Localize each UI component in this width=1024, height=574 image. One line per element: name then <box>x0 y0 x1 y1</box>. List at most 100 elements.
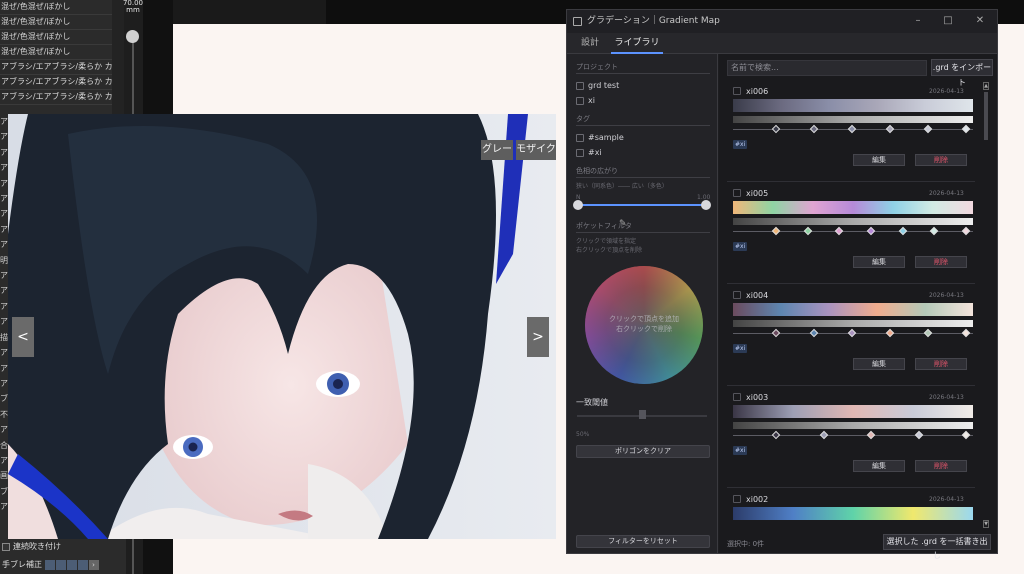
gray-button[interactable]: グレー <box>481 140 513 160</box>
window-titlebar[interactable]: グラデーション｜Gradient Map – □ ✕ <box>567 10 997 33</box>
tag-item[interactable]: #sample <box>576 133 624 143</box>
gradient-stop-marker[interactable] <box>923 124 933 134</box>
tab-library[interactable]: ライブラリ <box>611 33 663 54</box>
brush-item[interactable]: アブラシ/エアブラシ/柔らか カスタム <box>0 90 112 105</box>
gradient-stop-marker[interactable] <box>930 226 939 236</box>
card-checkbox[interactable] <box>733 87 741 95</box>
gradient-stop-marker[interactable] <box>885 124 895 134</box>
brush-size-slider-knob[interactable] <box>126 30 139 43</box>
card-checkbox[interactable] <box>733 393 741 401</box>
hue-range-track[interactable] <box>579 204 705 206</box>
delete-button[interactable]: 削除 <box>915 358 967 370</box>
project-checkbox[interactable] <box>576 96 584 105</box>
gradient-stop-marker[interactable] <box>819 430 828 440</box>
card-name[interactable]: xi002 <box>746 495 768 504</box>
gradient-stop-marker[interactable] <box>771 226 781 236</box>
tab-design[interactable]: 設計 <box>573 33 607 54</box>
brush-item[interactable]: 混ぜ/色混ぜ/ぼかし <box>0 45 112 60</box>
tag-chip[interactable]: #xi <box>733 446 748 455</box>
stabilizer-segment[interactable] <box>66 559 77 570</box>
maximize-icon[interactable]: □ <box>943 16 953 26</box>
card-checkbox[interactable] <box>733 291 741 299</box>
gradient-stop-marker[interactable] <box>914 430 923 440</box>
brush-item[interactable]: 混ぜ/色混ぜ/ぼかし <box>0 0 112 15</box>
stabilizer-more-icon[interactable]: › <box>88 559 99 570</box>
reset-filter-button[interactable]: フィルターをリセット <box>576 535 710 548</box>
card-name[interactable]: xi003 <box>746 393 768 402</box>
card-name[interactable]: xi004 <box>746 291 768 300</box>
tag-chip[interactable]: #xi <box>733 242 748 251</box>
stabilizer-segment[interactable] <box>55 559 66 570</box>
gradient-stop-marker[interactable] <box>847 328 857 338</box>
color-wheel[interactable]: クリックで頂点を追加 右クリックで削除 <box>585 266 703 384</box>
scroll-up-icon[interactable]: ▲ <box>983 82 989 90</box>
gradient-stop-marker[interactable] <box>885 328 895 338</box>
continuous-spray-row[interactable]: 連続吹き付け <box>0 538 126 555</box>
card-checkbox[interactable] <box>733 495 741 503</box>
scrollbar[interactable]: ▲ ▼ <box>983 82 989 552</box>
eyedropper-icon[interactable]: ✎ <box>619 219 627 229</box>
brush-item[interactable]: 混ぜ/色混ぜ/ぼかし <box>0 30 112 45</box>
edit-button[interactable]: 編集 <box>853 256 905 268</box>
edit-button[interactable]: 編集 <box>853 358 905 370</box>
clear-polygon-button[interactable]: ポリゴンをクリア <box>576 445 710 458</box>
stabilizer-segment[interactable] <box>77 559 88 570</box>
edit-button[interactable]: 編集 <box>853 460 905 472</box>
project-item[interactable]: grd test <box>576 81 619 91</box>
gradient-stop-marker[interactable] <box>923 328 933 338</box>
prev-image-button[interactable]: < <box>12 317 34 357</box>
gradient-stops[interactable] <box>733 328 973 338</box>
gradient-preview[interactable] <box>733 303 973 316</box>
brush-item[interactable]: 混ぜ/色混ぜ/ぼかし <box>0 15 112 30</box>
gradient-stops[interactable] <box>733 430 973 440</box>
next-image-button[interactable]: > <box>527 317 549 357</box>
gradient-stop-marker[interactable] <box>866 226 876 236</box>
card-checkbox[interactable] <box>733 189 741 197</box>
edit-button[interactable]: 編集 <box>853 154 905 166</box>
scroll-down-icon[interactable]: ▼ <box>983 520 989 528</box>
gradient-stop-marker[interactable] <box>809 328 819 338</box>
gradient-stop-marker[interactable] <box>961 124 971 134</box>
gradient-preview[interactable] <box>733 99 973 112</box>
preview-image[interactable]: グレー モザイク < > <box>8 114 556 539</box>
gradient-stop-marker[interactable] <box>847 124 857 134</box>
tag-item[interactable]: #xi <box>576 148 602 158</box>
card-name[interactable]: xi005 <box>746 189 768 198</box>
close-icon[interactable]: ✕ <box>975 16 985 26</box>
gradient-stop-marker[interactable] <box>961 226 971 236</box>
gradient-stop-marker[interactable] <box>898 226 907 236</box>
gradient-stops[interactable] <box>733 226 973 236</box>
gradient-stop-marker[interactable] <box>866 430 876 440</box>
hue-range-min-handle[interactable] <box>573 200 583 210</box>
continuous-checkbox[interactable] <box>2 542 10 551</box>
gradient-stops[interactable] <box>733 124 973 134</box>
tag-chip[interactable]: #xi <box>733 140 748 149</box>
gradient-preview[interactable] <box>733 507 973 520</box>
threshold-knob[interactable] <box>639 410 646 419</box>
gradient-stop-marker[interactable] <box>803 226 812 236</box>
gradient-stop-marker[interactable] <box>771 124 781 134</box>
tag-checkbox[interactable] <box>576 133 584 142</box>
gradient-stop-marker[interactable] <box>771 430 781 440</box>
gradient-preview[interactable] <box>733 201 973 214</box>
tag-checkbox[interactable] <box>576 148 584 157</box>
brush-item[interactable]: アブラシ/エアブラシ/柔らか カスタム <box>0 75 112 90</box>
stabilizer-segment[interactable] <box>44 559 55 570</box>
brush-item[interactable]: アブラシ/エアブラシ/柔らか カスタム <box>0 60 112 75</box>
gradient-stop-marker[interactable] <box>835 226 844 236</box>
gradient-stop-marker[interactable] <box>961 430 971 440</box>
project-checkbox[interactable] <box>576 81 584 90</box>
delete-button[interactable]: 削除 <box>915 154 967 166</box>
delete-button[interactable]: 削除 <box>915 460 967 472</box>
gradient-stop-marker[interactable] <box>771 328 781 338</box>
gradient-stop-marker[interactable] <box>961 328 971 338</box>
minimize-icon[interactable]: – <box>913 16 923 26</box>
delete-button[interactable]: 削除 <box>915 256 967 268</box>
gradient-stop-marker[interactable] <box>809 124 819 134</box>
scroll-thumb[interactable] <box>984 92 988 140</box>
card-name[interactable]: xi006 <box>746 87 768 96</box>
bulk-export-button[interactable]: 選択した .grd を一括書き出し <box>883 534 991 560</box>
project-item[interactable]: xi <box>576 96 595 106</box>
tag-chip[interactable]: #xi <box>733 344 748 353</box>
gradient-preview[interactable] <box>733 405 973 418</box>
